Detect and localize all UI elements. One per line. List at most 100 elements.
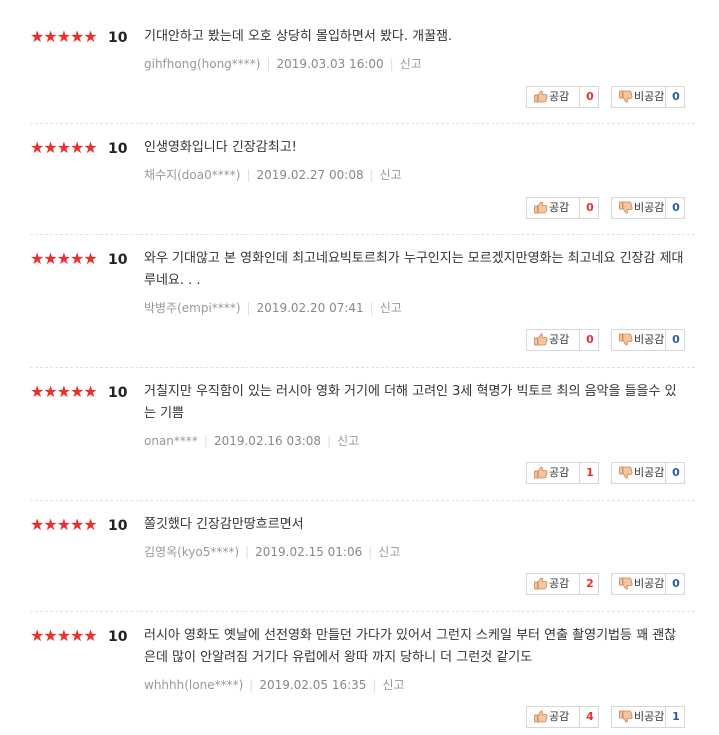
review-text: 와우 기대않고 본 영화인데 최고네요빅토르최가 누구인지는 모르겠지만영화는 … [144,251,684,288]
thumbs-down-icon [619,577,633,590]
divider: | [246,301,251,315]
like-button[interactable]: 공감 2 [526,573,599,595]
report-link[interactable]: 신고 [380,168,402,182]
review-date: 2019.02.15 01:06 [255,545,363,559]
thumbs-down-icon [619,333,633,346]
dislike-button[interactable]: 비공감 0 [611,573,685,595]
thumbs-up-icon [534,710,548,723]
like-label: 공감 [549,466,570,479]
divider: | [249,678,254,692]
dislike-button[interactable]: 비공감 1 [611,706,685,728]
rating-score: 10 [108,141,128,157]
like-label: 공감 [549,333,570,346]
review-item: ★★★★★ 10 러시아 영화도 옛날에 선전영화 만들던 가다가 있어서 그런… [30,627,695,735]
review-meta: onan**** | 2019.02.16 03:08 | 신고 [144,433,359,449]
dislike-count: 0 [665,463,686,483]
dislike-label: 비공감 [634,710,665,723]
like-label: 공감 [549,90,570,103]
dislike-label: 비공감 [634,577,665,590]
divider: | [246,168,251,182]
rating: ★★★★★ 10 [30,383,140,403]
report-link[interactable]: 신고 [337,434,359,448]
like-button[interactable]: 공감 4 [526,706,599,728]
reviewer-name[interactable]: gihfhong(hong****) [144,57,260,71]
review-item: ★★★★★ 10 인생영화입니다 긴장감최고! 채수지(doa0****) | 20… [30,139,695,235]
vote-buttons: 공감 1 비공감 0 [526,462,695,484]
divider: | [389,57,394,71]
dislike-label: 비공감 [634,333,665,346]
like-count: 1 [579,463,600,483]
review-text: 러시아 영화도 옛날에 선전영화 만들던 가다가 있어서 그런지 스케일 부터 … [144,628,677,665]
rating: ★★★★★ 10 [30,516,140,536]
thumbs-up-icon [534,90,548,103]
dislike-button[interactable]: 비공감 0 [611,462,685,484]
reviewer-name[interactable]: whhhh(lone****) [144,678,243,692]
reviewer-name[interactable]: onan**** [144,434,198,448]
review-date: 2019.02.05 16:35 [259,678,367,692]
rating: ★★★★★ 10 [30,139,140,159]
star-rating-icon: ★★★★★ [30,382,98,401]
like-count: 0 [579,330,600,350]
thumbs-down-icon [619,90,633,103]
rating-score: 10 [108,518,128,534]
dislike-count: 0 [665,87,686,107]
review-item: ★★★★★ 10 기대안하고 봤는데 오호 상당히 몰입하면서 봤다. 개꿀잼.… [30,28,695,124]
review-text: 쫄깃했다 긴장감만땅흐르면서 [144,517,304,532]
vote-buttons: 공감 2 비공감 0 [526,573,695,595]
like-label: 공감 [549,577,570,590]
vote-buttons: 공감 0 비공감 0 [526,329,695,351]
thumbs-up-icon [534,577,548,590]
like-count: 4 [579,707,600,727]
star-rating-icon: ★★★★★ [30,249,98,268]
dislike-button[interactable]: 비공감 0 [611,197,685,219]
rating-score: 10 [108,30,128,46]
dislike-button[interactable]: 비공감 0 [611,86,685,108]
dislike-count: 0 [665,574,686,594]
like-count: 2 [579,574,600,594]
divider: | [372,678,377,692]
like-button[interactable]: 공감 0 [526,86,599,108]
thumbs-down-icon [619,710,633,723]
review-date: 2019.02.27 00:08 [256,168,364,182]
review-meta: gihfhong(hong****) | 2019.03.03 16:00 | 신고 [144,56,422,72]
like-button[interactable]: 공감 1 [526,462,599,484]
like-button[interactable]: 공감 0 [526,197,599,219]
dislike-label: 비공감 [634,466,665,479]
dislike-label: 비공감 [634,90,665,103]
vote-buttons: 공감 0 비공감 0 [526,197,695,219]
reviewer-name[interactable]: 박병주(empi****) [144,301,241,315]
vote-buttons: 공감 0 비공감 0 [526,86,695,108]
report-link[interactable]: 신고 [380,301,402,315]
review-item: ★★★★★ 10 거칠지만 우직함이 있는 러시아 영화 거기에 더해 고려인 … [30,383,695,501]
rating-score: 10 [108,252,128,268]
review-text: 기대안하고 봤는데 오호 상당히 몰입하면서 봤다. 개꿀잼. [144,29,453,44]
reviewer-name[interactable]: 채수지(doa0****) [144,168,240,182]
report-link[interactable]: 신고 [400,57,422,71]
rating-score: 10 [108,629,128,645]
thumbs-up-icon [534,333,548,346]
thumbs-up-icon [534,466,548,479]
report-link[interactable]: 신고 [378,545,400,559]
dislike-button[interactable]: 비공감 0 [611,329,685,351]
dislike-count: 0 [665,198,686,218]
reviewer-name[interactable]: 김영옥(kyo5****) [144,545,239,559]
rating: ★★★★★ 10 [30,627,140,647]
like-label: 공감 [549,710,570,723]
rating-score: 10 [108,385,128,401]
dislike-label: 비공감 [634,201,665,214]
like-button[interactable]: 공감 0 [526,329,599,351]
report-link[interactable]: 신고 [382,678,404,692]
review-list: ★★★★★ 10 기대안하고 봤는데 오호 상당히 몰입하면서 봤다. 개꿀잼.… [0,0,719,735]
vote-buttons: 공감 4 비공감 1 [526,706,695,728]
rating: ★★★★★ 10 [30,28,140,48]
thumbs-up-icon [534,201,548,214]
like-count: 0 [579,198,600,218]
review-text: 인생영화입니다 긴장감최고! [144,140,297,155]
review-meta: 채수지(doa0****) | 2019.02.27 00:08 | 신고 [144,167,402,183]
divider: | [266,57,271,71]
dislike-count: 0 [665,330,686,350]
like-label: 공감 [549,201,570,214]
review-date: 2019.02.16 03:08 [213,434,322,448]
thumbs-down-icon [619,466,633,479]
divider: | [369,301,374,315]
